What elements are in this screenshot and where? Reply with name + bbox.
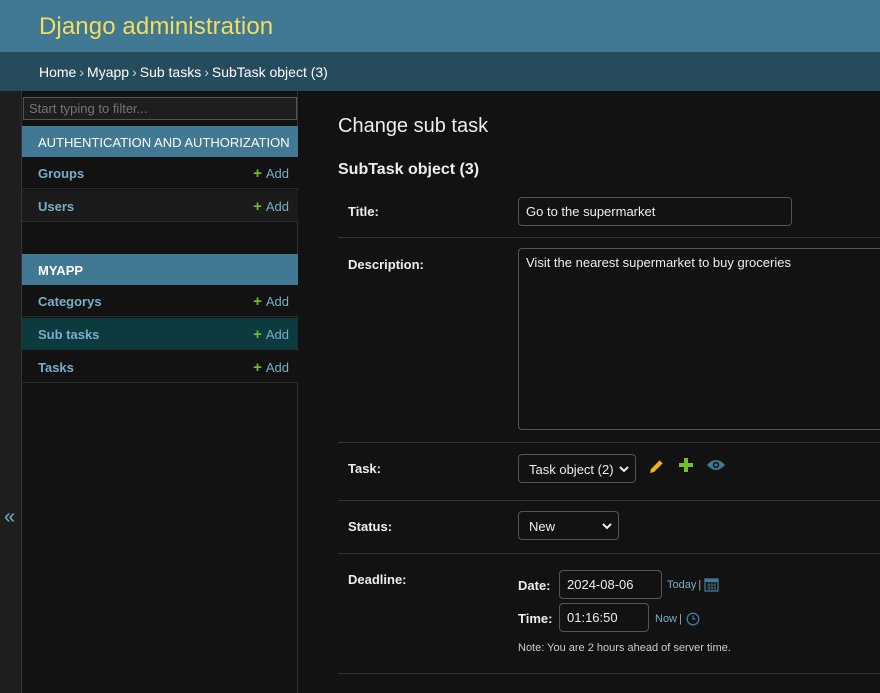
sidebar-item-tasks[interactable]: Tasks + Add [22, 351, 298, 383]
app-caption-auth[interactable]: AUTHENTICATION AND AUTHORIZATION [22, 126, 298, 157]
status-select-value: New [529, 519, 556, 534]
timezone-note: Note: You are 2 hours ahead of server ti… [518, 642, 731, 654]
status-label: Status: [348, 519, 393, 534]
task-label: Task: [348, 461, 381, 476]
pencil-icon[interactable] [648, 457, 666, 480]
eye-icon[interactable] [706, 458, 726, 477]
sidebar-toggle-column[interactable]: « [0, 91, 22, 693]
breadcrumb-home[interactable]: Home [39, 64, 76, 80]
now-link[interactable]: Now [655, 613, 677, 625]
form-row-title: Title: [338, 189, 880, 238]
clock-icon[interactable] [686, 612, 700, 631]
breadcrumb-separator: › [132, 64, 137, 80]
add-label: Add [265, 294, 289, 309]
form-row-description: Description: Visit the nearest supermark… [338, 238, 880, 443]
date-label: Date: [518, 578, 551, 593]
time-input[interactable] [559, 603, 649, 632]
sidebar-item-label[interactable]: Tasks [38, 360, 74, 375]
form-row-status: Status: New [338, 501, 880, 554]
breadcrumb-model[interactable]: Sub tasks [140, 64, 201, 80]
time-label: Time: [518, 611, 553, 626]
add-label: Add [265, 199, 289, 214]
time-shortcuts: Now | [655, 613, 684, 625]
add-categorys-link[interactable]: + Add [253, 293, 289, 310]
add-label: Add [265, 166, 289, 181]
breadcrumb-app[interactable]: Myapp [87, 64, 129, 80]
today-link[interactable]: Today [667, 579, 696, 591]
plus-icon[interactable] [678, 457, 694, 478]
plus-icon: + [253, 293, 262, 310]
breadcrumb-current: SubTask object (3) [211, 64, 328, 80]
app-caption-myapp[interactable]: MYAPP [22, 254, 298, 285]
nav-sidebar: AUTHENTICATION AND AUTHORIZATION Groups … [22, 91, 298, 693]
sidebar-item-label[interactable]: Users [38, 199, 74, 214]
sidebar-item-label[interactable]: Categorys [38, 294, 102, 309]
plus-icon: + [253, 198, 262, 215]
status-select[interactable]: New [518, 511, 619, 540]
page-title: Change sub task [338, 115, 489, 137]
chevron-down-icon [619, 464, 629, 476]
shortcut-separator: | [698, 579, 702, 591]
plus-icon: + [253, 165, 262, 182]
add-tasks-link[interactable]: + Add [253, 359, 289, 376]
main-content: Change sub task SubTask object (3) Title… [298, 91, 880, 693]
sidebar-item-users[interactable]: Users + Add [22, 190, 298, 222]
plus-icon: + [253, 359, 262, 376]
shortcut-separator: | [679, 613, 682, 625]
breadcrumb-separator: › [79, 64, 85, 80]
description-textarea[interactable]: Visit the nearest supermarket to buy gro… [518, 248, 880, 430]
deadline-label: Deadline: [348, 572, 407, 587]
form-row-deadline: Deadline: Date: Today| Time: Now| Note: … [338, 554, 880, 674]
sidebar-item-categorys[interactable]: Categorys + Add [22, 285, 298, 317]
task-select[interactable]: Task object (2) [518, 454, 636, 483]
description-label: Description: [348, 257, 424, 272]
breadcrumb: Home › Myapp › Sub tasks › SubTask object (3) [0, 52, 880, 91]
collapse-sidebar-icon[interactable]: « [4, 507, 15, 527]
title-label: Title: [348, 204, 379, 219]
title-input[interactable] [518, 197, 792, 226]
sidebar-item-label[interactable]: Groups [38, 166, 84, 181]
plus-icon: + [253, 326, 262, 343]
sidebar-item-sub-tasks[interactable]: Sub tasks + Add [22, 318, 298, 350]
date-input[interactable] [559, 570, 662, 599]
add-users-link[interactable]: + Add [253, 198, 289, 215]
chevron-down-icon [602, 521, 612, 533]
add-sub-tasks-link[interactable]: + Add [253, 326, 289, 343]
add-label: Add [265, 327, 289, 342]
sidebar-item-groups[interactable]: Groups + Add [22, 157, 298, 189]
site-name[interactable]: Django administration [39, 13, 273, 41]
form-row-task: Task: Task object (2) [338, 443, 880, 501]
nav-filter-input[interactable] [23, 97, 297, 120]
header: Django administration [0, 0, 880, 52]
date-shortcuts: Today | [667, 579, 703, 591]
calendar-icon[interactable] [704, 577, 719, 597]
task-select-value: Task object (2) [529, 462, 614, 477]
add-groups-link[interactable]: + Add [253, 165, 289, 182]
add-label: Add [265, 360, 289, 375]
breadcrumb-separator: › [204, 64, 209, 80]
object-title: SubTask object (3) [338, 161, 480, 178]
sidebar-item-label[interactable]: Sub tasks [38, 327, 99, 342]
